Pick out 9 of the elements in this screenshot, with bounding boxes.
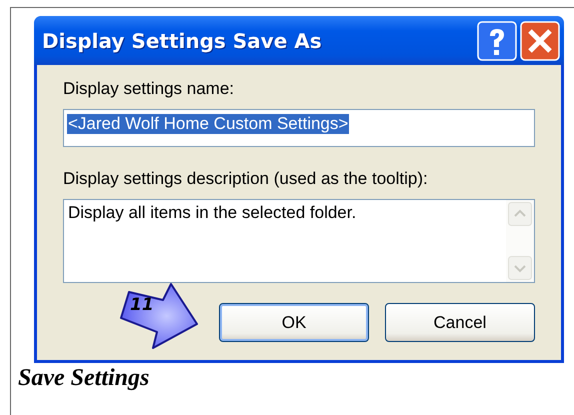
field-label: Display settings name: (63, 79, 236, 99)
callout-number: 11 (130, 295, 154, 315)
field-label: Display settings description (used as the tooltip): (63, 169, 429, 189)
cancel-button[interactable]: Cancel (385, 303, 535, 342)
description-field[interactable]: Display all items in the selected folder. (63, 199, 535, 283)
name-field[interactable]: <Jared Wolf Home Custom Settings> (63, 109, 535, 147)
ok-button[interactable]: OK (219, 303, 369, 342)
figure-caption: Save Settings (18, 365, 150, 392)
window-title: Display Settings Save As (42, 28, 322, 52)
